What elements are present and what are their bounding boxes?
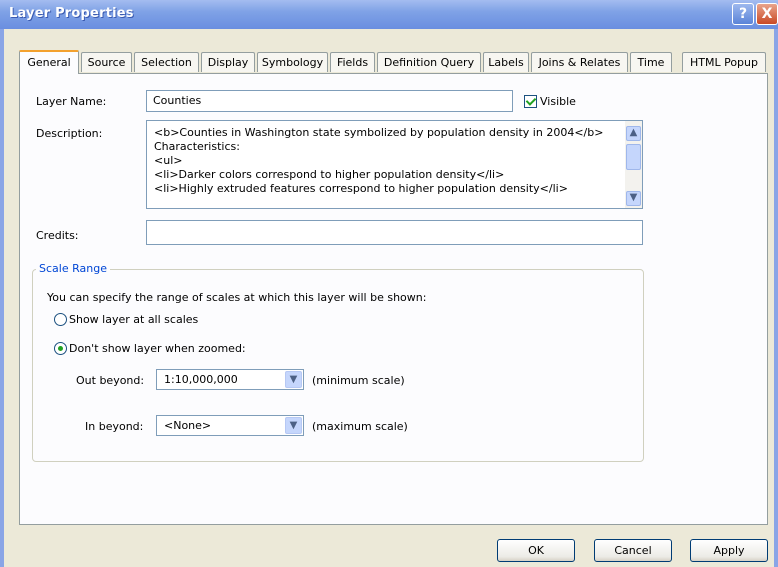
scroll-up-icon[interactable]: ▲ [626,126,641,141]
cancel-button[interactable]: Cancel [594,539,672,562]
description-line: <li>Highly extruded features correspond … [154,182,568,195]
tab-selection[interactable]: Selection [134,52,199,72]
tab-general[interactable]: General [19,50,79,74]
tab-source[interactable]: Source [81,52,132,72]
chevron-down-icon[interactable]: ▼ [285,371,302,388]
description-textarea[interactable]: <b>Counties in Washington state symboliz… [146,120,643,209]
tab-joins-relates[interactable]: Joins & Relates [531,52,628,72]
dont-show-zoomed-label: Don't show layer when zoomed: [69,342,246,355]
chevron-down-icon[interactable]: ▼ [285,417,302,434]
scroll-thumb[interactable] [626,144,641,170]
window-title: Layer Properties [9,6,134,21]
out-beyond-label: Out beyond: [76,374,145,387]
show-all-scales-radio[interactable] [54,313,67,326]
description-line: <ul> [154,154,183,167]
ok-button[interactable]: OK [497,539,575,562]
credits-label: Credits: [36,229,79,242]
credits-input[interactable] [146,220,643,245]
description-label: Description: [36,127,103,140]
in-beyond-combo[interactable]: <None> ▼ [156,415,304,436]
description-scrollbar[interactable]: ▲ ▼ [625,121,642,208]
description-line: <b>Counties in Washington state symboliz… [154,126,604,139]
window-frame-left [0,29,4,567]
apply-button[interactable]: Apply [690,539,768,562]
out-beyond-value: 1:10,000,000 [164,373,238,386]
tab-fields[interactable]: Fields [330,52,375,72]
scroll-down-icon[interactable]: ▼ [626,191,641,206]
window-frame-right [774,29,778,567]
tab-definition-query[interactable]: Definition Query [377,52,481,72]
visible-checkbox[interactable] [524,95,537,108]
scale-range-title: Scale Range [36,262,110,275]
title-bar[interactable]: Layer Properties ? X [0,0,778,29]
visible-label: Visible [540,95,576,108]
out-beyond-hint: (minimum scale) [312,374,405,387]
description-line: <li>Darker colors correspond to higher p… [154,168,505,181]
help-button[interactable]: ? [732,3,754,25]
tab-labels[interactable]: Labels [483,52,529,72]
in-beyond-label: In beyond: [85,420,144,433]
dont-show-zoomed-radio[interactable] [54,342,67,355]
in-beyond-hint: (maximum scale) [312,420,408,433]
tab-symbology[interactable]: Symbology [257,52,328,72]
show-all-scales-label: Show layer at all scales [69,313,199,326]
in-beyond-value: <None> [164,419,212,432]
close-button[interactable]: X [756,3,778,25]
layer-name-label: Layer Name: [36,95,107,108]
tab-time[interactable]: Time [630,52,672,72]
tab-display[interactable]: Display [201,52,255,72]
tab-html-popup[interactable]: HTML Popup [682,52,766,72]
out-beyond-combo[interactable]: 1:10,000,000 ▼ [156,369,304,390]
layer-name-input[interactable]: Counties [146,90,513,112]
scale-range-intro: You can specify the range of scales at w… [47,291,427,304]
description-line: Characteristics: [154,140,240,153]
